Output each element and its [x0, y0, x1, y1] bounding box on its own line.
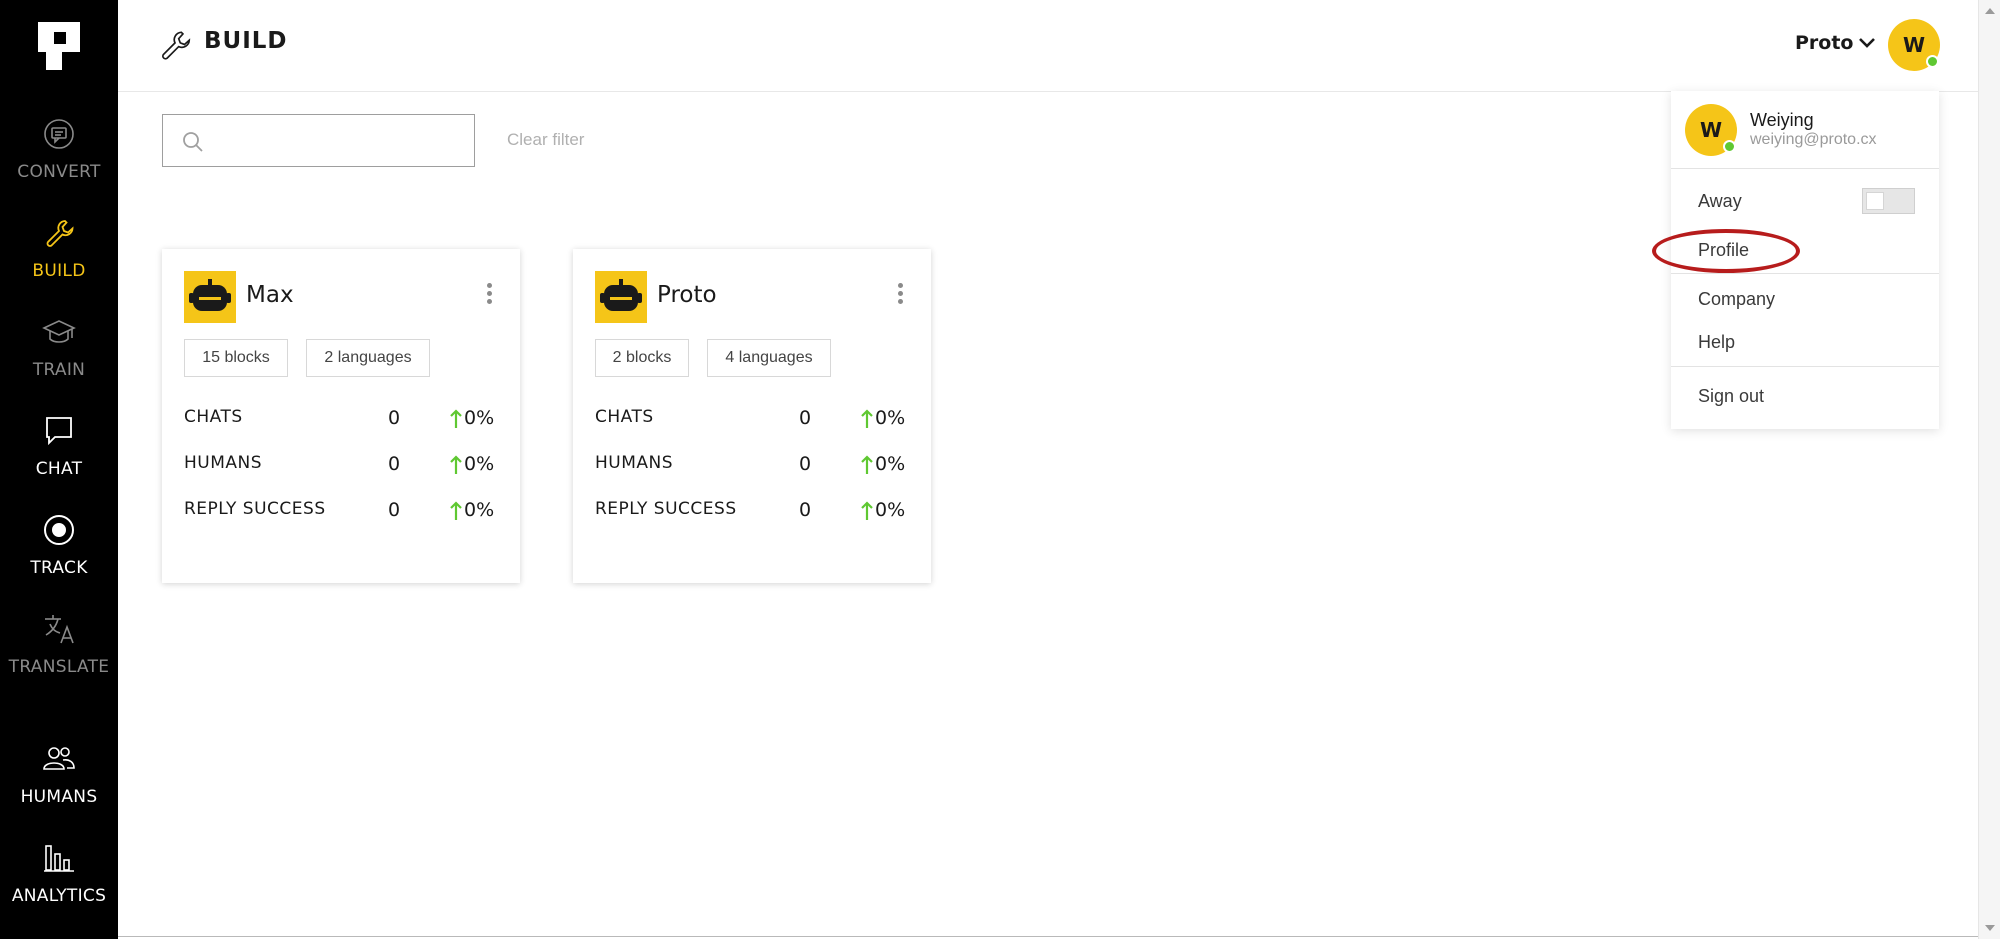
- languages-chip: 2 languages: [306, 339, 430, 377]
- sidebar-item-build[interactable]: BUILD: [0, 215, 118, 305]
- stat-change: 0%: [875, 453, 906, 475]
- sidebar-item-train[interactable]: TRAIN: [0, 314, 118, 404]
- scroll-down-icon[interactable]: [1985, 925, 1995, 931]
- user-email: weiying@proto.cx: [1750, 131, 1877, 148]
- chat-bubble-icon: [46, 417, 72, 446]
- search-icon: [183, 132, 203, 152]
- vertical-scrollbar[interactable]: [1978, 0, 2000, 939]
- stat-value: 0: [388, 499, 401, 521]
- sidebar-item-label: TRANSLATE: [8, 657, 110, 677]
- bot-card[interactable]: Max 15 blocks 2 languages CHATS 0 0% HUM…: [162, 249, 520, 583]
- graduation-cap-icon: [42, 320, 76, 343]
- sidebar-item-label: HUMANS: [20, 787, 98, 807]
- stat-label: CHATS: [595, 407, 654, 427]
- page-title: BUILD: [204, 28, 288, 54]
- proto-logo[interactable]: [38, 22, 80, 76]
- user-menu-dropdown: W Weiying weiying@proto.cx Away Profile …: [1671, 91, 1939, 429]
- sidebar-item-translate[interactable]: TRANSLATE: [0, 611, 118, 701]
- avatar-initial: W: [1699, 118, 1723, 142]
- more-options-icon[interactable]: [895, 283, 905, 309]
- wrench-icon: [46, 220, 74, 247]
- bot-name[interactable]: Max: [246, 282, 294, 308]
- search-box[interactable]: [162, 114, 475, 167]
- stat-value: 0: [799, 499, 812, 521]
- sidebar: CONVERT BUILD TRAIN CHAT TRACK TRANSLATE…: [0, 0, 118, 939]
- bot-icon: [600, 279, 642, 311]
- arrow-up-icon: [861, 409, 873, 428]
- stat-change: 0%: [875, 499, 906, 521]
- header: BUILD Proto W: [118, 0, 1978, 92]
- org-selector[interactable]: Proto: [1795, 32, 1853, 54]
- stat-value: 0: [799, 407, 812, 429]
- stat-change: 0%: [875, 407, 906, 429]
- online-status-dot: [1926, 55, 1939, 68]
- sidebar-item-label: BUILD: [32, 261, 86, 281]
- search-input[interactable]: [215, 125, 465, 157]
- menu-item-company[interactable]: Company: [1698, 289, 1775, 310]
- sidebar-item-label: ANALYTICS: [11, 886, 107, 906]
- bar-chart-icon: [44, 845, 74, 872]
- arrow-up-icon: [861, 501, 873, 520]
- sidebar-item-label: CHAT: [35, 459, 83, 479]
- people-icon: [43, 747, 75, 770]
- stat-change: 0%: [464, 453, 495, 475]
- bot-icon: [189, 279, 231, 311]
- away-label: Away: [1698, 191, 1742, 211]
- translate-icon: [45, 615, 74, 644]
- stat-value: 0: [388, 453, 401, 475]
- arrow-up-icon: [450, 455, 462, 474]
- blocks-chip: 15 blocks: [184, 339, 288, 377]
- menu-item-sign-out[interactable]: Sign out: [1698, 386, 1764, 407]
- user-menu-avatar: W: [1685, 104, 1737, 156]
- online-status-dot: [1723, 140, 1736, 153]
- avatar-initial: W: [1902, 33, 1926, 57]
- clear-filter-link[interactable]: Clear filter: [507, 130, 584, 150]
- bot-card[interactable]: Proto 2 blocks 4 languages CHATS 0 0% HU…: [573, 249, 931, 583]
- stat-label: REPLY SUCCESS: [184, 499, 326, 519]
- stat-value: 0: [388, 407, 401, 429]
- user-avatar[interactable]: W: [1888, 19, 1940, 71]
- convert-icon: [44, 119, 74, 149]
- sidebar-item-track[interactable]: TRACK: [0, 512, 118, 602]
- arrow-up-icon: [450, 409, 462, 428]
- toggle-knob: [1866, 192, 1884, 210]
- sidebar-item-humans[interactable]: HUMANS: [0, 741, 118, 831]
- sidebar-item-convert[interactable]: CONVERT: [0, 116, 118, 206]
- stat-value: 0: [799, 453, 812, 475]
- chevron-down-icon[interactable]: [1857, 33, 1877, 53]
- menu-divider: [1671, 366, 1939, 367]
- sidebar-item-label: TRACK: [30, 558, 88, 578]
- bot-name[interactable]: Proto: [657, 282, 717, 308]
- stat-change: 0%: [464, 499, 495, 521]
- stat-label: HUMANS: [184, 453, 263, 473]
- menu-divider: [1671, 168, 1939, 169]
- blocks-chip: 2 blocks: [595, 339, 689, 377]
- bot-avatar: [184, 271, 236, 323]
- menu-divider: [1671, 273, 1939, 274]
- stat-change: 0%: [464, 407, 495, 429]
- wrench-icon: [162, 31, 191, 60]
- stat-label: CHATS: [184, 407, 243, 427]
- arrow-up-icon: [450, 501, 462, 520]
- sidebar-item-chat[interactable]: CHAT: [0, 413, 118, 503]
- sidebar-item-label: TRAIN: [32, 360, 86, 380]
- menu-item-help[interactable]: Help: [1698, 332, 1735, 353]
- target-icon: [44, 515, 74, 545]
- languages-chip: 4 languages: [707, 339, 831, 377]
- sidebar-item-label: CONVERT: [17, 162, 101, 182]
- away-toggle[interactable]: [1862, 188, 1915, 214]
- more-options-icon[interactable]: [484, 283, 494, 309]
- stat-label: REPLY SUCCESS: [595, 499, 737, 519]
- arrow-up-icon: [861, 455, 873, 474]
- user-name: Weiying: [1750, 110, 1814, 130]
- stat-label: HUMANS: [595, 453, 674, 473]
- menu-item-profile[interactable]: Profile: [1698, 240, 1749, 261]
- scroll-up-icon[interactable]: [1985, 8, 1995, 14]
- bot-avatar: [595, 271, 647, 323]
- sidebar-item-analytics[interactable]: ANALYTICS: [0, 840, 118, 930]
